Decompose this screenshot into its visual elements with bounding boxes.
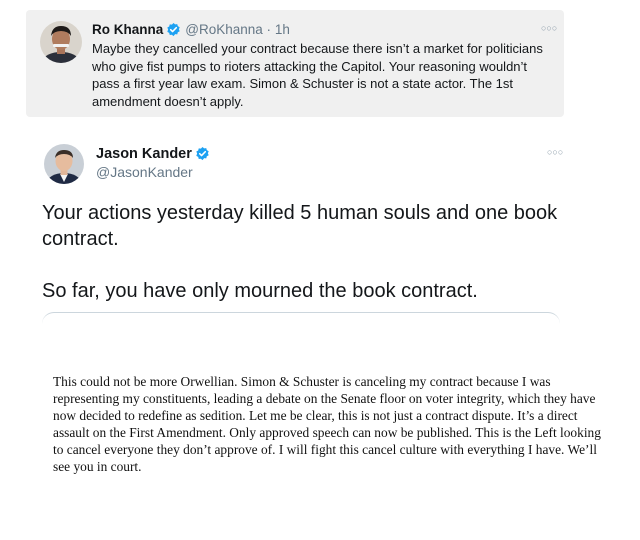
more-horizontal-icon[interactable]: ○○○ [547,147,563,157]
tweet-paragraph: Your actions yesterday killed 5 human so… [42,202,558,250]
quoted-tweet-header: Ro Khanna @RoKhanna · 1h [92,21,290,42]
author-name[interactable]: Jason Kander [96,146,192,162]
author-name[interactable]: Ro Khanna [92,22,163,37]
media-card-border [42,312,560,325]
avatar[interactable] [44,144,84,184]
avatar[interactable] [40,21,82,63]
statement-image-text: This could not be more Orwellian. Simon … [53,374,601,474]
quoted-tweet-text: Maybe they cancelled your contract becau… [92,41,543,109]
author-handle[interactable]: @RoKhanna [185,22,263,37]
timestamp[interactable]: 1h [275,22,290,37]
tweet-paragraph: So far, you have only mourned the book c… [42,280,478,302]
quoted-tweet[interactable]: Ro Khanna @RoKhanna · 1h Maybe they cance… [26,10,564,117]
more-horizontal-icon[interactable]: ○○○ [541,23,557,33]
verified-badge-icon [166,22,181,42]
author-handle[interactable]: @JasonKander [96,163,193,181]
tweet-text: Your actions yesterday killed 5 human so… [42,200,562,304]
verified-badge-icon [195,146,210,166]
